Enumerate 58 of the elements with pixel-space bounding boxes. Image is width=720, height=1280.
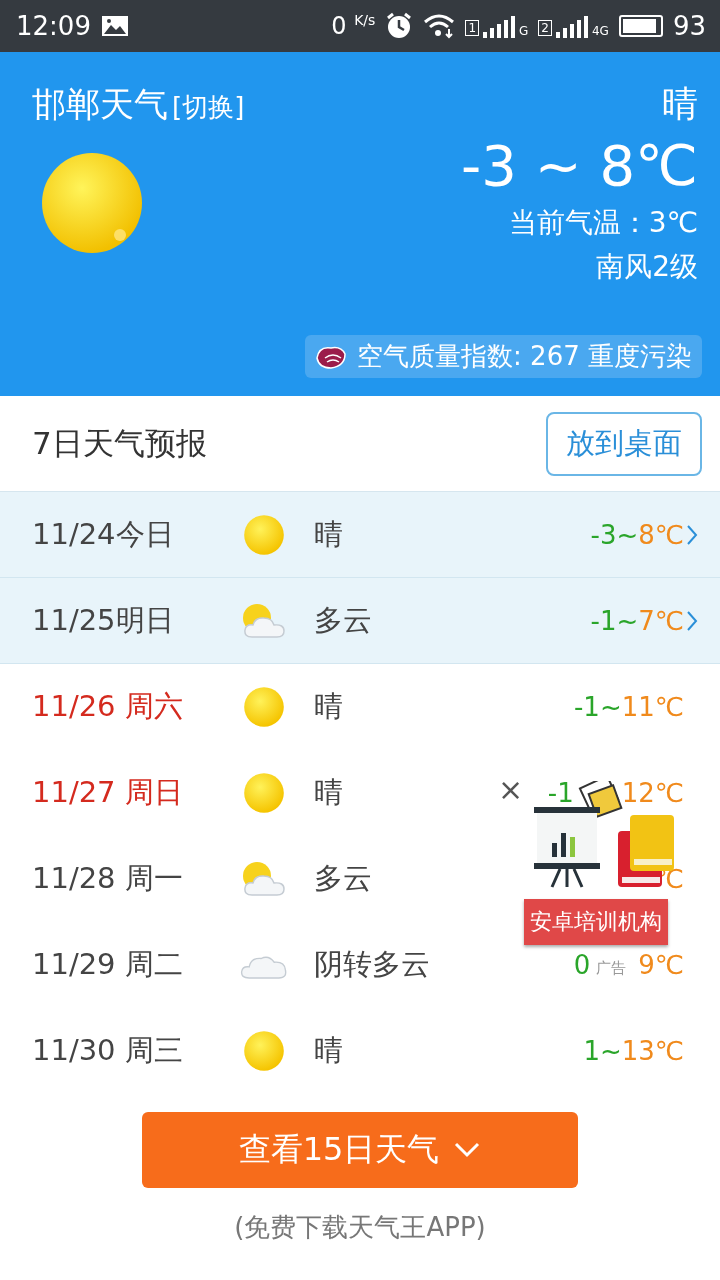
- chevron-right-icon: [686, 609, 698, 632]
- alarm-icon: [385, 12, 414, 40]
- high-temperature: 12℃: [621, 778, 684, 808]
- network-type: 4G: [591, 24, 609, 38]
- clock-time: 12:09: [16, 11, 91, 41]
- chevron-right-icon: [686, 523, 698, 546]
- forecast-row[interactable]: 11/25明日 多云 -1~7℃: [0, 578, 720, 664]
- weather-condition: 晴: [662, 84, 698, 124]
- wifi-icon: [423, 13, 456, 39]
- image-icon: [100, 14, 129, 38]
- city-title: 邯郸天气: [32, 84, 168, 124]
- wind-level: 南风2级: [596, 249, 698, 285]
- download-note: (免费下载天气王APP): [234, 1211, 486, 1244]
- low-temperature: 0: [573, 950, 591, 980]
- low-temperature: 1~: [583, 1036, 622, 1066]
- low-temperature: -1: [547, 778, 574, 808]
- forecast-date: 11/26 周六: [32, 688, 184, 725]
- chevron-down-icon: [453, 1141, 482, 1159]
- battery-percent: 93: [672, 11, 706, 41]
- low-temperature: -1~: [590, 605, 639, 636]
- forecast-date: 11/29 周二: [32, 946, 184, 983]
- high-temperature: 11℃: [621, 692, 684, 722]
- high-temperature: 7℃: [638, 605, 684, 636]
- forecast-condition: 阴转多云: [314, 946, 430, 983]
- forecast-date: 11/28 周一: [32, 860, 184, 897]
- air-quality-badge[interactable]: 空气质量指数: 267 重度污染: [305, 335, 702, 378]
- forecast-date: 11/24今日: [32, 515, 175, 553]
- cell-signal-icon: [554, 14, 589, 38]
- forecast-date: 11/27 周日: [32, 774, 184, 811]
- view-15-day-button[interactable]: 查看15日天气: [142, 1112, 578, 1188]
- forecast-row[interactable]: 11/24今日 晴 -3~8℃: [0, 492, 720, 578]
- sim-slot-label: 2: [538, 20, 552, 36]
- pin-to-desktop-button[interactable]: 放到桌面: [546, 411, 702, 476]
- high-temperature: 13℃: [621, 1036, 684, 1066]
- forecast-title: 7日天气预报: [32, 423, 207, 463]
- forecast-condition: 晴: [314, 688, 343, 725]
- high-temperature: 8℃: [638, 519, 684, 550]
- forecast-condition: 多云: [314, 860, 372, 897]
- temperature-range: -3 ~ 8℃: [461, 132, 698, 200]
- forecast-condition: 晴: [314, 515, 343, 553]
- forecast-condition: 晴: [314, 774, 343, 811]
- high-temperature: 9℃: [638, 950, 684, 980]
- forecast-condition: 多云: [314, 601, 372, 639]
- battery-icon: [618, 15, 663, 37]
- close-ad-button[interactable]: ×: [498, 775, 524, 805]
- network-speed: 0 $^{K/s}$: [331, 12, 376, 40]
- forecast-date: 11/30 周三: [32, 1032, 184, 1069]
- low-temperature: -1~: [574, 692, 622, 722]
- forecast-date: 11/25明日: [32, 601, 175, 639]
- ad-tag: 广告: [596, 959, 626, 978]
- cell-signal-icon: [482, 14, 516, 38]
- forecast-condition: 晴: [314, 1032, 343, 1069]
- current-temperature: 当前气温：3℃: [508, 205, 698, 241]
- switch-city-link[interactable]: [切换]: [172, 87, 245, 127]
- ad-label[interactable]: 安卓培训机构: [524, 899, 668, 945]
- sim-slot-label: 1: [465, 20, 479, 36]
- network-type: G: [519, 24, 529, 38]
- low-temperature: -3~: [590, 519, 639, 550]
